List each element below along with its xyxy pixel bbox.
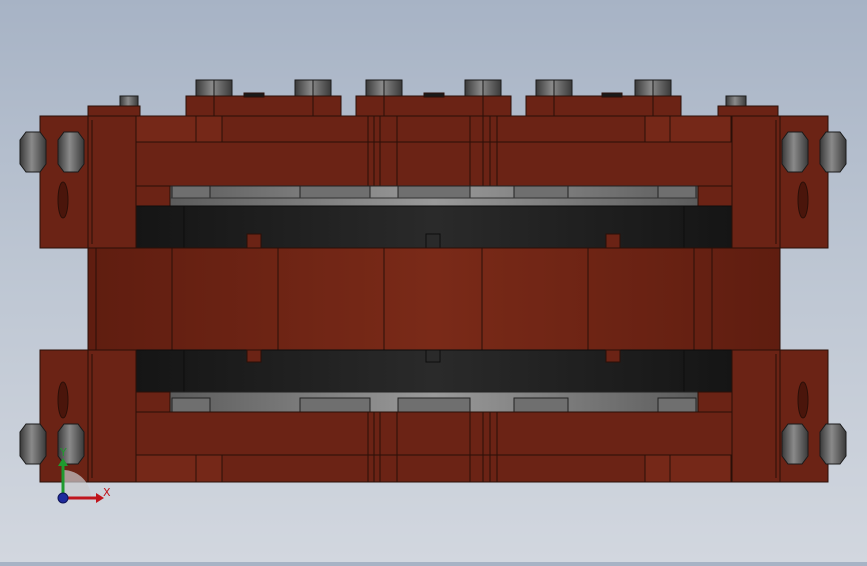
cad-model-view[interactable]: X Y bbox=[0, 0, 867, 562]
graphics-viewport[interactable]: X Y bbox=[0, 0, 867, 562]
middle-body bbox=[87, 247, 781, 351]
upper-frame bbox=[39, 115, 829, 249]
lower-frame bbox=[39, 349, 829, 483]
origin-dot bbox=[57, 492, 69, 504]
y-axis-label: Y bbox=[59, 446, 67, 459]
x-axis-label: X bbox=[103, 486, 111, 499]
top-clamp-plates bbox=[185, 92, 682, 117]
